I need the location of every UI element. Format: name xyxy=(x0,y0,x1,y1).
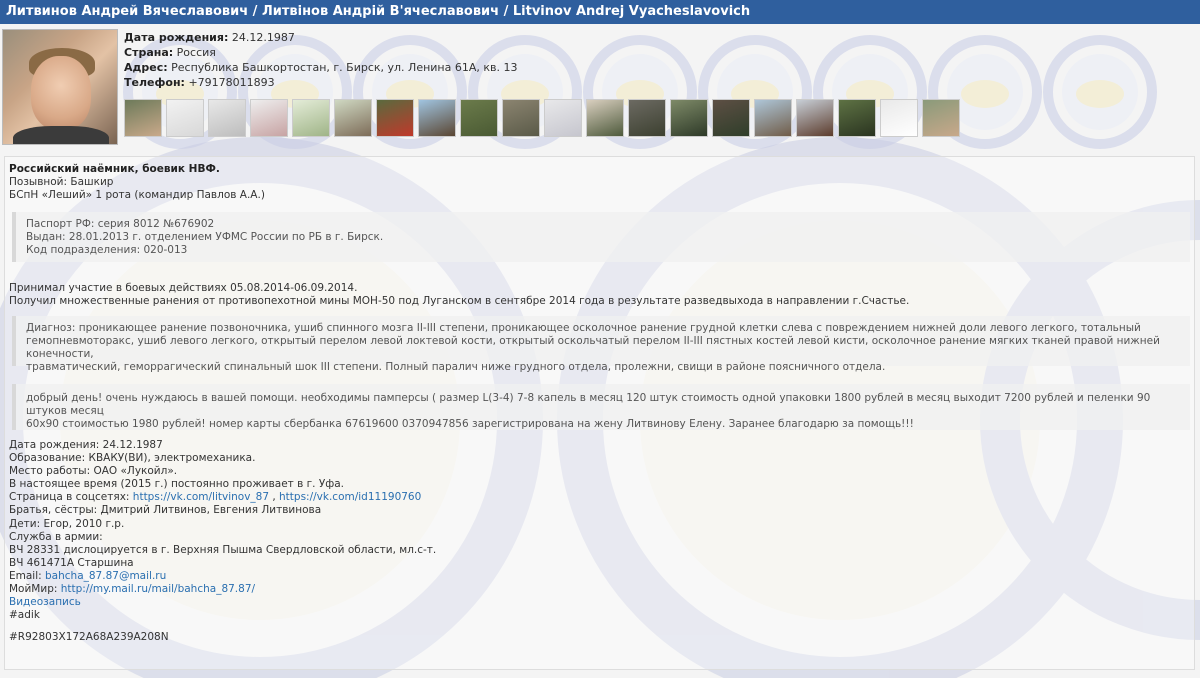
address-label: Адрес: xyxy=(124,61,168,74)
email-link[interactable]: bahcha_87.87@mail.ru xyxy=(45,570,166,582)
video-link[interactable]: Видеозапись xyxy=(9,596,1189,609)
tag: #adik xyxy=(9,609,40,622)
unit: БСпН «Леший» 1 рота (командир Павлов А.А… xyxy=(9,189,265,201)
birth-label: Дата рождения: xyxy=(124,31,229,44)
photo-shirt xyxy=(13,126,109,144)
moimir-label: МойМир: xyxy=(9,583,58,596)
appeal-line: 60х90 стоимостью 1980 рублей! номер карт… xyxy=(26,418,914,430)
address-value: Республика Башкортостан, г. Бирск, ул. Л… xyxy=(171,61,518,74)
passport-line: Паспорт РФ: серия 8012 №676902 xyxy=(26,218,215,230)
social-link-id[interactable]: https://vk.com/id11190760 xyxy=(279,491,421,503)
photo-thumbnail[interactable] xyxy=(712,99,750,137)
detail-birth: Дата рождения: 24.12.1987 xyxy=(9,439,163,451)
diagnosis-line: гемопневмоторакс, ушиб левого легкого, о… xyxy=(26,335,1160,360)
photo-thumbnail[interactable] xyxy=(460,99,498,137)
detail-army-label: Служба в армии: xyxy=(9,530,103,543)
photo-thumbnail[interactable] xyxy=(292,99,330,137)
callsign: Позывной: Башкир xyxy=(9,176,114,188)
participation-line: Принимал участие в боевых действиях 05.0… xyxy=(9,282,358,294)
photo-thumbnails xyxy=(124,99,1194,137)
profile-info: Дата рождения: 24.12.1987 Страна: Россия… xyxy=(124,30,518,90)
country-value: Россия xyxy=(176,46,216,59)
phone-label: Телефон: xyxy=(124,76,185,89)
detail-email: Email: bahcha_87.87@mail.ru xyxy=(9,570,1189,583)
photo-thumbnail[interactable] xyxy=(544,99,582,137)
detail-work: Место работы: ОАО «Лукойл». xyxy=(9,465,178,478)
social-label: Страница в соцсетях: xyxy=(9,491,130,504)
passport-line: Выдан: 28.01.2013 г. отделением УФМС Рос… xyxy=(26,231,384,243)
photo-thumbnail[interactable] xyxy=(166,99,204,137)
photo-thumbnail[interactable] xyxy=(376,99,414,137)
diagnosis-quote: Диагноз: проникающее ранение позвоночник… xyxy=(12,316,1190,373)
phone-value: +79178011893 xyxy=(188,76,275,89)
photo-thumbnail[interactable] xyxy=(754,99,792,137)
detail-education: Образование: КВАКУ(ВИ), электромеханика. xyxy=(9,452,256,465)
photo-thumbnail[interactable] xyxy=(586,99,624,137)
photo-thumbnail[interactable] xyxy=(208,99,246,137)
page-title: Литвинов Андрей Вячеславович / Литвінов … xyxy=(0,0,1200,24)
diagnosis-line: Диагноз: проникающее ранение позвоночник… xyxy=(26,322,1141,334)
detail-social: Страница в соцсетях: https://vk.com/litv… xyxy=(9,491,1189,504)
photo-thumbnail[interactable] xyxy=(838,99,876,137)
record-code: #R92803X172A68A239A208N xyxy=(9,631,169,644)
moimir-link[interactable]: http://my.mail.ru/mail/bahcha_87.87/ xyxy=(61,583,255,595)
photo-thumbnail[interactable] xyxy=(502,99,540,137)
detail-siblings: Братья, сёстры: Дмитрий Литвинов, Евгени… xyxy=(9,504,322,517)
photo-thumbnail[interactable] xyxy=(628,99,666,137)
detail-residence: В настоящее время (2015 г.) постоянно пр… xyxy=(9,478,345,491)
photo-thumbnail[interactable] xyxy=(796,99,834,137)
passport-line: Код подразделения: 020-013 xyxy=(26,244,188,256)
appeal-line: добрый день! очень нуждаюсь в вашей помо… xyxy=(26,392,1151,417)
photo-thumbnail[interactable] xyxy=(922,99,960,137)
social-link-litvinov[interactable]: https://vk.com/litvinov_87 xyxy=(133,491,269,503)
details-text: Дата рождения: 24.12.1987 Образование: К… xyxy=(9,439,1189,644)
photo-thumbnail[interactable] xyxy=(880,99,918,137)
detail-army2: ВЧ 461471А Старшина xyxy=(9,556,134,569)
main-heading: Российский наёмник, боевик НВФ. xyxy=(9,163,220,175)
detail-children: Дети: Егор, 2010 г.р. xyxy=(9,517,125,530)
photo-thumbnail[interactable] xyxy=(418,99,456,137)
profile-photo[interactable] xyxy=(2,29,118,145)
appeal-quote: добрый день! очень нуждаюсь в вашей помо… xyxy=(12,384,1190,430)
participation-text: Принимал участие в боевых действиях 05.0… xyxy=(9,282,1189,308)
passport-quote: Паспорт РФ: серия 8012 №676902 Выдан: 28… xyxy=(12,212,1190,262)
photo-thumbnail[interactable] xyxy=(334,99,372,137)
participation-line: Получил множественные ранения от противо… xyxy=(9,295,910,307)
photo-thumbnail[interactable] xyxy=(124,99,162,137)
detail-moimir: МойМир: http://my.mail.ru/mail/bahcha_87… xyxy=(9,583,1189,596)
photo-thumbnail[interactable] xyxy=(670,99,708,137)
country-label: Страна: xyxy=(124,46,174,59)
photo-face xyxy=(31,56,91,130)
main-text: Российский наёмник, боевик НВФ. Позывной… xyxy=(9,163,1189,202)
photo-thumbnail[interactable] xyxy=(250,99,288,137)
diagnosis-line: травматический, геморрагический спинальн… xyxy=(26,361,886,373)
email-label: Email: xyxy=(9,569,42,582)
detail-army1: ВЧ 28331 дислоцируется в г. Верхняя Пышм… xyxy=(9,543,437,556)
social-separator: , xyxy=(269,491,280,504)
birth-value: 24.12.1987 xyxy=(231,31,295,44)
